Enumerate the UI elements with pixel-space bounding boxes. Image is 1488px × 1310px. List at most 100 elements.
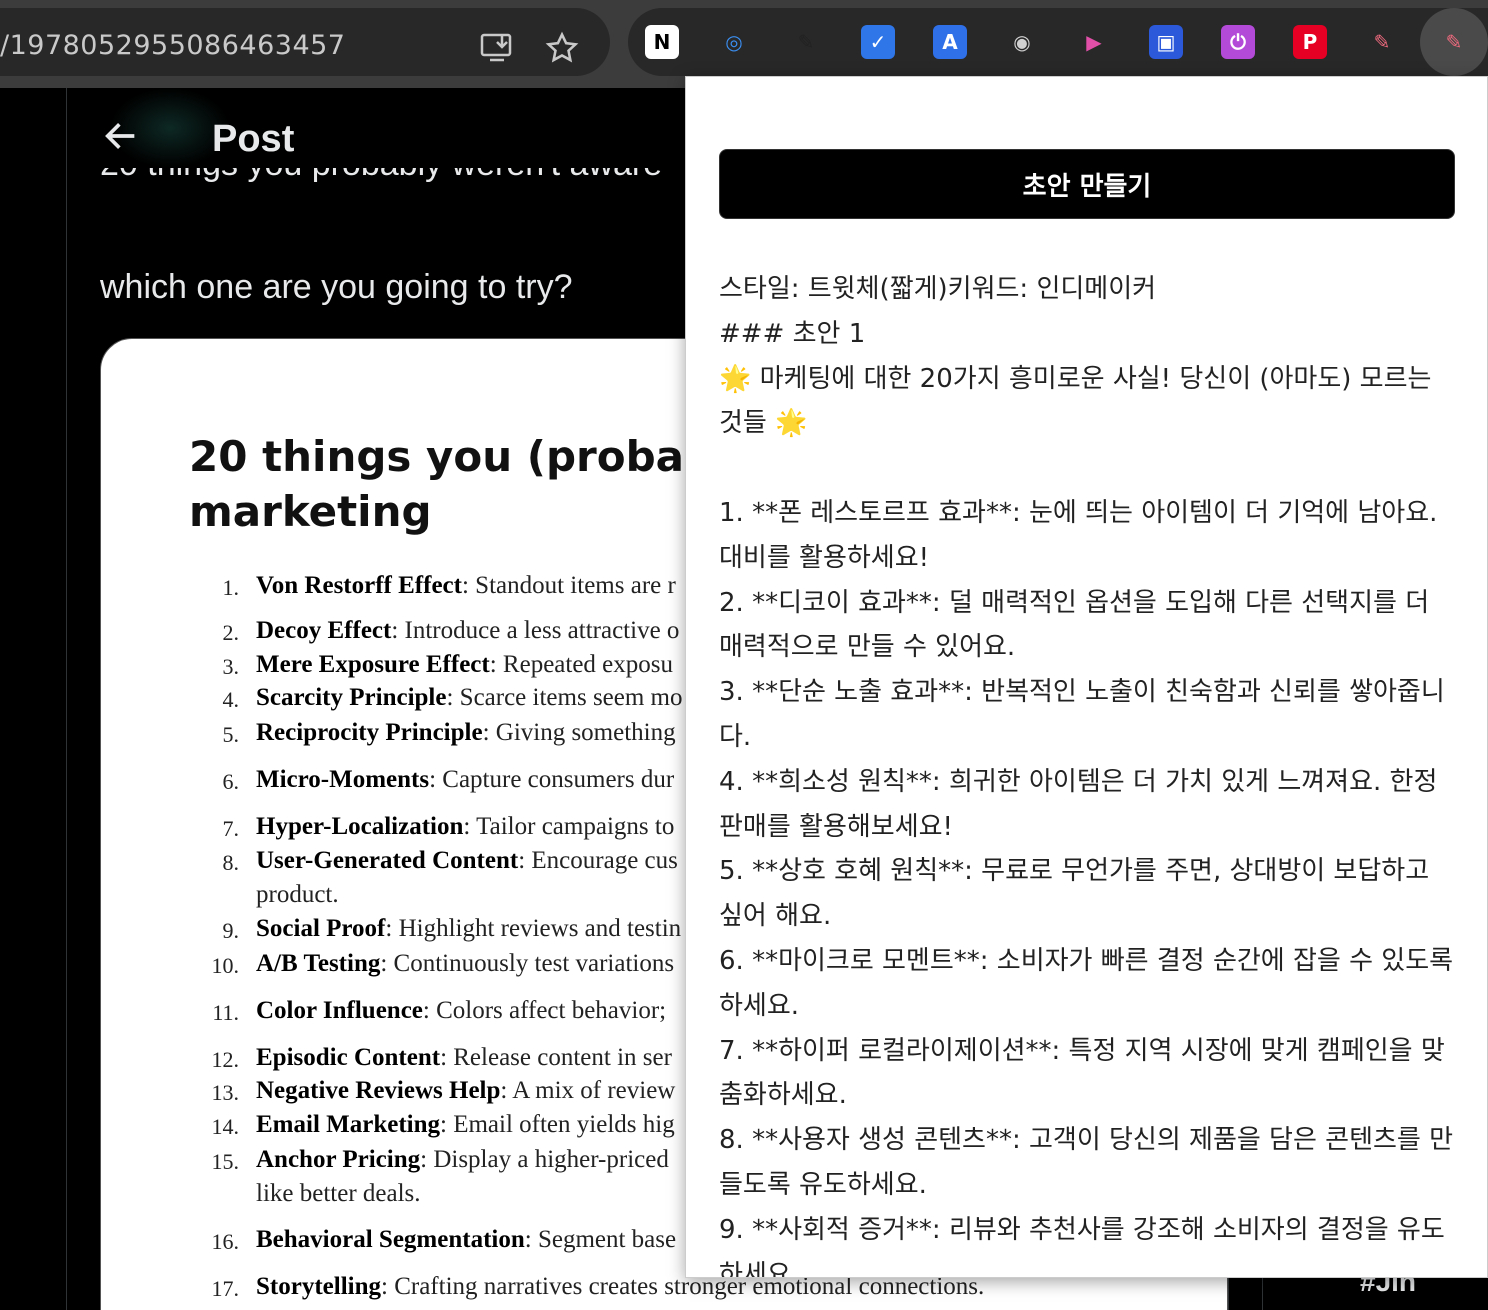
card-title-line: marketing [189, 487, 432, 536]
list-item: Von Restorff Effect: Standout items are … [256, 572, 676, 600]
draft-line: 매력적으로 만들 수 있어요. [719, 632, 1016, 663]
draft-line: 1. **폰 레스토르프 효과**: 눈에 띄는 아이템이 더 기억에 남아요. [719, 497, 1438, 528]
draft-line: 싶어 해요. [719, 901, 832, 932]
list-item: A/B Testing: Continuously test variation… [256, 950, 674, 978]
draft-line: 🌟 마케팅에 대한 20가지 흥미로운 사실! 당신이 (아마도) 모르는 [719, 363, 1432, 394]
list-item-desc: : Highlight reviews and testin [385, 915, 682, 942]
draft-line [719, 446, 1459, 491]
list-item: Micro-Moments: Capture consumers dur [256, 766, 674, 794]
list-item-number: 9. [222, 918, 240, 943]
list-item: Decoy Effect: Introduce a less attractiv… [256, 617, 679, 645]
list-item-number: 2. [222, 620, 240, 645]
draft-line: 들도록 유도하세요. [719, 1169, 927, 1200]
spiral-extension-icon[interactable]: ◎ [717, 25, 751, 59]
list-item-desc: : Giving something [482, 719, 676, 746]
post-text-question: which one are you going to try? [100, 268, 573, 306]
list-item-number: 8. [222, 850, 240, 875]
list-item-number: 6. [222, 769, 240, 794]
install-app-icon[interactable] [478, 28, 518, 68]
address-bar[interactable]: /1978052955086463457 [0, 8, 610, 76]
list-item: Scarcity Principle: Scarce items seem mo [256, 684, 683, 712]
list-item-term: Social Proof [256, 915, 386, 942]
browser-toolbar: /1978052955086463457 N ◎ ✎ ✓ A ◉ ▶ ▣ ⏻ P ✎ ✎ [0, 0, 1488, 88]
crop-extension-icon[interactable]: ▣ [1149, 25, 1183, 59]
pinterest-extension-icon[interactable]: P [1293, 25, 1327, 59]
draft-line: 4. **희소성 원칙**: 희귀한 아이템은 더 가치 있게 느껴져요. 한정 [719, 766, 1438, 797]
list-item-number: 15. [211, 1149, 240, 1174]
back-arrow-icon[interactable] [101, 116, 141, 156]
list-item-term: Episodic Content [256, 1044, 441, 1071]
list-item-desc: : A mix of review [500, 1077, 676, 1104]
list-item-term: Mere Exposure Effect [256, 651, 490, 678]
list-item: Episodic Content: Release content in ser [256, 1044, 672, 1072]
draft-line: 하세요. [719, 1259, 800, 1278]
list-item-desc: : Standout items are r [461, 572, 676, 599]
list-item-term: Behavioral Segmentation [256, 1226, 525, 1253]
list-item-continuation: like better deals. [256, 1180, 421, 1207]
list-item-desc: : Scarce items seem mo [446, 684, 683, 711]
draft-line: 3. **단순 노출 효과**: 반복적인 노출이 친숙함과 신뢰를 쌓아줍니 [719, 677, 1445, 708]
draft-line: 7. **하이퍼 로컬라이제이션**: 특정 지역 시장에 맞게 캠페인을 맞 [719, 1035, 1445, 1066]
star-icon[interactable] [542, 28, 582, 68]
list-item-term: Color Influence [256, 997, 423, 1024]
list-item-desc: : Repeated exposu [489, 651, 674, 678]
list-item-number: 5. [222, 722, 240, 747]
list-item: Color Influence: Colors affect behavior; [256, 997, 666, 1025]
draft-line: ### 초안 1 [719, 318, 866, 349]
draft-line: 대비를 활용하세요! [719, 542, 930, 573]
list-item-desc: : Email often yields hig [440, 1111, 675, 1138]
list-item: Social Proof: Highlight reviews and test… [256, 915, 681, 943]
power-extension-icon[interactable]: ⏻ [1221, 25, 1255, 59]
note-extension-active-icon[interactable]: ✎ [1437, 25, 1471, 59]
notion-extension-icon[interactable]: N [645, 25, 679, 59]
list-item-term: A/B Testing [256, 950, 381, 977]
create-draft-button[interactable]: 초안 만들기 [719, 149, 1455, 219]
list-item: Behavioral Segmentation: Segment base [256, 1226, 676, 1254]
list-item-term: Von Restorff Effect [256, 572, 462, 599]
list-item-number: 16. [211, 1229, 240, 1254]
list-item-desc: : Colors affect behavior; [422, 997, 667, 1024]
font-extension-icon[interactable]: A [933, 25, 967, 59]
draft-line: 5. **상호 호혜 원칙**: 무료로 무언가를 주면, 상대방이 보답하고 [719, 856, 1430, 887]
address-bar-url[interactable]: /1978052955086463457 [0, 30, 345, 61]
video-record-extension-icon[interactable]: ▶ [1077, 25, 1111, 59]
list-item-term: Hyper-Localization [256, 813, 464, 840]
list-item-desc: : Release content in ser [440, 1044, 672, 1071]
list-item: User-Generated Content: Encourage cus [256, 847, 678, 875]
camera-extension-icon[interactable]: ◉ [1005, 25, 1039, 59]
list-item-number: 13. [211, 1080, 240, 1105]
list-item-number: 17. [211, 1276, 240, 1301]
draft-line: 판매를 활용해보세요! [719, 811, 953, 842]
extensions-bar [628, 8, 1488, 76]
list-item: Mere Exposure Effect: Repeated exposu [256, 651, 673, 679]
list-item-desc: : Continuously test variations [380, 950, 675, 977]
draft-line: 것들 🌟 [719, 408, 808, 439]
list-item-term: Email Marketing [256, 1111, 441, 1138]
note-extension-icon[interactable]: ✎ [1365, 25, 1399, 59]
list-item-desc: : Display a higher-priced [420, 1146, 669, 1173]
draft-line: 스타일: 트윗체(짧게)키워드: 인디메이커 [719, 274, 1157, 304]
list-item-number: 14. [211, 1114, 240, 1139]
list-item: Reciprocity Principle: Giving something [256, 719, 676, 747]
list-item-desc: : Encourage cus [518, 847, 678, 874]
list-item: Anchor Pricing: Display a higher-priced [256, 1146, 669, 1174]
draft-line: 춤화하세요. [719, 1080, 847, 1111]
draft-line: 2. **디코이 효과**: 덜 매력적인 옵션을 도입해 다른 선택지를 더 [719, 587, 1430, 618]
color-picker-extension-icon[interactable]: ✎ [789, 25, 823, 59]
list-item: Email Marketing: Email often yields hig [256, 1111, 675, 1139]
list-item-term: Storytelling [256, 1273, 381, 1300]
list-item-term: Negative Reviews Help [256, 1077, 501, 1104]
extension-popup: 초안 만들기 스타일: 트윗체(짧게)키워드: 인디메이커 ### 초안 1 🌟 마… [685, 76, 1488, 1278]
list-item-term: Decoy Effect [256, 617, 392, 644]
list-item-number: 12. [211, 1047, 240, 1072]
list-item-term: Scarcity Principle [256, 684, 447, 711]
column-divider [66, 88, 67, 1310]
list-item-desc: : Capture consumers dur [429, 766, 675, 793]
list-item-desc: : Introduce a less attractive o [391, 617, 680, 644]
list-item-number: 1. [222, 575, 240, 600]
translate-extension-icon[interactable]: ✓ [861, 25, 895, 59]
list-item-term: Anchor Pricing [256, 1146, 421, 1173]
post-text-line: 20 things you probably weren't aware [100, 168, 662, 204]
list-item-term: User-Generated Content [256, 847, 519, 874]
draft-line: 하세요. [719, 990, 800, 1021]
